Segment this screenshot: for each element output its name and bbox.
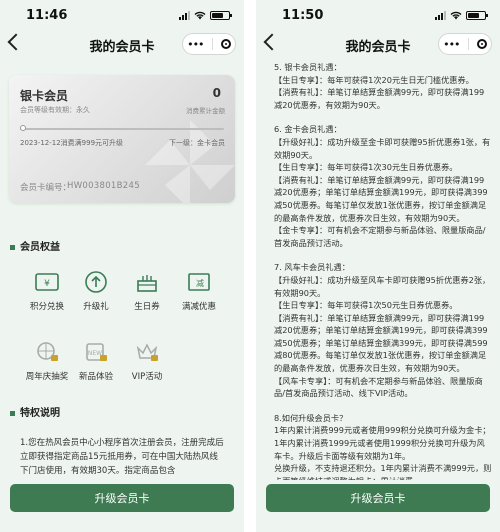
- svg-text:减: 减: [196, 278, 204, 288]
- section-marker-icon: [10, 244, 15, 250]
- benefit-discount[interactable]: 减 满减优惠: [169, 270, 229, 312]
- vip-icon: [136, 343, 158, 361]
- upgrade-tip: 2023-12-12消费满999元可升级: [20, 139, 124, 147]
- phone-screen-left: 11:46 我的会员卡 ••• 银卡会员 会员等级有效期：永久 0 消费累计金额…: [0, 0, 244, 532]
- battery-icon: [466, 10, 488, 20]
- rule-gap: [274, 249, 492, 261]
- status-icons: [435, 10, 488, 20]
- cake-icon: [137, 275, 157, 292]
- rule-line: 【消费有礼】：单笔订单结算金额满99元，即可获得满199减20优惠券，有效期为9…: [274, 87, 485, 110]
- benefit-label: 满减优惠: [181, 302, 216, 312]
- card-validity: 会员等级有效期：永久: [20, 106, 90, 114]
- status-time: 11:50: [282, 8, 324, 23]
- capsule-divider: [211, 38, 213, 50]
- rule-line: 【消费有礼】：单笔订单结算金额满99元，即可获得满199减20优惠券；单笔订单结…: [274, 312, 488, 374]
- battery-icon: [210, 10, 232, 20]
- arrow-up-circle-icon: [85, 271, 107, 293]
- benefit-label: VIP活动: [131, 372, 163, 382]
- rule-line: 【风车卡专享】：可有机会不定期参与新品体验、限量版商品/首发商品预订活动、线下V…: [274, 375, 483, 399]
- svg-text:¥: ¥: [44, 279, 50, 289]
- wifi-icon: [194, 11, 206, 19]
- section-marker-icon: [10, 410, 15, 416]
- mini-program-capsule: •••: [438, 33, 492, 55]
- card-number-label: 会员卡编号：: [20, 183, 72, 193]
- screenshot-composite: 11:46 我的会员卡 ••• 银卡会员 会员等级有效期：永久 0 消费累计金额…: [0, 0, 500, 532]
- status-bar: 11:46: [0, 0, 244, 30]
- rule-gap: [274, 111, 492, 123]
- more-icon[interactable]: •••: [443, 38, 460, 51]
- status-bar: 11:50: [256, 0, 500, 30]
- close-target-icon[interactable]: [220, 39, 231, 49]
- benefits-title-text: 会员权益: [20, 242, 60, 253]
- rule-line: 【生日专享】：每年可获得1次20元生日无门槛优惠券。: [274, 74, 474, 85]
- benefits-section-title: 会员权益: [10, 238, 60, 253]
- phone-screen-right: 11:50 我的会员卡 ••• 5. 银卡会员礼遇： 【生日专享】：每年可获得1…: [256, 0, 500, 532]
- card-number: HW003801B245: [67, 181, 140, 191]
- upgrade-card-button[interactable]: 升级会员卡: [266, 484, 490, 512]
- rule-line: 7. 风车卡会员礼遇：: [274, 262, 350, 273]
- rule-line: 6. 金卡会员礼遇：: [274, 124, 342, 135]
- card-points-label: 消费累计金额: [186, 107, 225, 115]
- mini-program-capsule: •••: [182, 33, 236, 55]
- status-icons: [179, 10, 232, 20]
- member-card: 银卡会员 会员等级有效期：永久 0 消费累计金额 2023-12-12消费满99…: [9, 75, 235, 203]
- rule-line: 【金卡专享】：可有机会不定期参与新品体验、限量版商品/首发商品预订活动。: [274, 225, 486, 248]
- wifi-icon: [450, 11, 462, 19]
- card-level-name: 银卡会员: [20, 89, 69, 103]
- signal-icon: [179, 10, 190, 20]
- nav-bar: 我的会员卡 •••: [0, 30, 244, 60]
- new-product-icon: NEW: [86, 343, 107, 361]
- next-level: 下一级：金卡会员: [169, 139, 225, 147]
- signal-icon: [435, 10, 446, 20]
- more-icon[interactable]: •••: [187, 38, 204, 51]
- nav-bar: 我的会员卡 •••: [256, 30, 500, 60]
- card-points-value: 0: [212, 86, 221, 100]
- yen-ticket-icon: ¥: [35, 273, 59, 291]
- discount-ticket-icon: 减: [188, 273, 210, 291]
- benefit-vip-activity[interactable]: VIP活动: [117, 340, 177, 382]
- rule-line: 【生日专享】：每年可获得1次50元生日券优惠券。: [274, 300, 458, 311]
- progress-marker: [20, 125, 26, 131]
- upgrade-card-button[interactable]: 升级会员卡: [10, 484, 234, 512]
- privileges-text: 1.您在热风会员中心小程序首次注册会员，注册完成后立即获得指定商品15元抵用券，…: [20, 438, 224, 476]
- capsule-divider: [467, 38, 469, 50]
- rule-line: 【升级好礼】：成功升级至金卡即可获赠95折优惠券1张，有效期90天。: [274, 136, 491, 160]
- rule-line: 5. 银卡会员礼遇：: [274, 62, 342, 72]
- membership-rules-text: 5. 银卡会员礼遇： 【生日专享】：每年可获得1次20元生日无门槛优惠券。 【消…: [274, 61, 492, 487]
- privileges-section-title: 特权说明: [10, 404, 60, 419]
- rule-gap: [274, 400, 492, 412]
- upgrade-progress-bar: [20, 125, 224, 131]
- benefit-birthday-coupon[interactable]: 生日券: [117, 270, 177, 312]
- status-time: 11:46: [26, 8, 68, 23]
- privileges-title-text: 特权说明: [20, 408, 60, 419]
- close-target-icon[interactable]: [476, 39, 487, 49]
- benefit-label: 生日券: [134, 302, 160, 312]
- rule-line: 【生日专享】：每年可获得1次30元生日券优惠券。: [274, 162, 458, 173]
- rule-line: 【消费有礼】：单笔订单结算金额满99元，即可获得满199减20优惠券；单笔订单结…: [274, 174, 488, 223]
- rule-line: 【升级好礼】：成功升级至风车卡即可获赠95折优惠券2张，有效期90天。: [274, 274, 491, 298]
- rule-line: 1年内累计消费999元或者使用999积分兑换可升级为金卡；1年内累计消费1999…: [274, 425, 491, 461]
- rule-line: 8.如何升级会员卡？: [274, 412, 348, 423]
- lottery-icon: [37, 342, 58, 361]
